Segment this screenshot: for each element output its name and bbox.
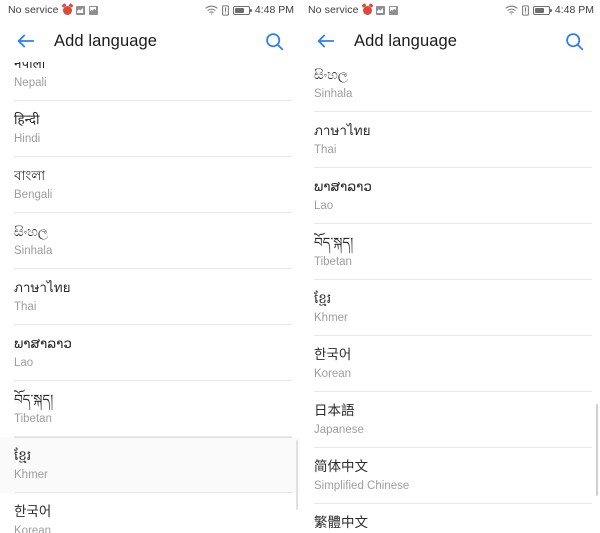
sim-icon	[521, 4, 529, 16]
alarm-icon	[362, 5, 372, 15]
toolbar-left: Add language	[0, 20, 300, 62]
language-english-name: Sinhala	[314, 87, 353, 100]
battery-icon	[532, 5, 552, 15]
language-native-name: 日本語	[314, 403, 355, 420]
language-english-name: Korean	[14, 524, 52, 533]
language-native-name: ภาษาไทย	[14, 280, 71, 297]
search-icon	[565, 32, 583, 50]
language-english-name: Tibetan	[14, 412, 52, 425]
search-button[interactable]	[562, 29, 586, 53]
status-bar-left: No service 4:48 PM	[0, 0, 300, 20]
language-list-item-simplified-chinese[interactable]: 简体中文 Simplified Chinese	[300, 448, 600, 504]
language-native-name: བོད་སྐད།	[314, 235, 354, 252]
phone-screen-right: No service 4:48 PM Add language සිංහල Si…	[300, 0, 600, 533]
language-native-name: 한국어	[14, 504, 52, 521]
page-title: Add language	[54, 31, 158, 50]
carrier-label: No service	[8, 4, 59, 16]
language-english-name: Lao	[14, 356, 34, 369]
clock-label: 4:48 PM	[254, 4, 294, 16]
language-native-name: ພາສາລາວ	[314, 179, 372, 196]
language-list-item-hindi[interactable]: हिन्दी Hindi	[0, 101, 300, 157]
language-list-left: नेपाली Nepali हिन्दी Hindi বাংলা Bengali සිංහල…	[0, 62, 300, 533]
language-english-name: Bengali	[14, 188, 53, 201]
language-english-name: Nepali	[14, 76, 47, 89]
language-english-name: Khmer	[14, 468, 48, 481]
wifi-icon	[505, 5, 518, 15]
language-list-item-korean[interactable]: 한국어 Korean	[0, 493, 300, 533]
language-native-name: ພາສາລາວ	[14, 336, 72, 353]
language-native-name: བོད་སྐད།	[14, 392, 54, 409]
status-bar-right-group: 4:48 PM	[205, 4, 294, 16]
language-list-item-nepali[interactable]: नेपाली Nepali	[0, 62, 300, 101]
language-list-right: සිංහල Sinhala ภาษาไทย Thai ພາສາລາວ Lao བོད་སྐད…	[300, 62, 600, 533]
language-list-item-lao[interactable]: ພາສາລາວ Lao	[0, 325, 300, 381]
status-bar-left-group-2: No service	[308, 4, 398, 16]
language-list-item-korean[interactable]: 한국어 Korean	[300, 336, 600, 392]
carrier-label: No service	[308, 4, 359, 16]
language-list-item-tibetan[interactable]: བོད་སྐད། Tibetan	[300, 224, 600, 280]
language-english-name: Hindi	[14, 132, 41, 145]
scrollbar-left[interactable]	[295, 440, 298, 510]
language-list-item-lao[interactable]: ພາສາລາວ Lao	[300, 168, 600, 224]
back-arrow-icon	[17, 34, 35, 48]
language-list-item-tibetan[interactable]: བོད་སྐད། Tibetan	[0, 381, 300, 437]
language-list-item-traditional-chinese[interactable]: 繁體中文Traditional Chinese	[300, 504, 600, 533]
language-list-container-right[interactable]: සිංහල Sinhala ภาษาไทย Thai ພາສາລາວ Lao བོད་སྐད…	[300, 62, 600, 533]
language-list-item-sinhala[interactable]: සිංහල Sinhala	[0, 213, 300, 269]
toolbar-right: Add language	[300, 20, 600, 62]
language-english-name: Simplified Chinese	[314, 479, 410, 492]
language-list-item-thai[interactable]: ภาษาไทย Thai	[0, 269, 300, 325]
language-list-item-khmer[interactable]: ខ្មែរ Khmer	[0, 437, 300, 493]
notification-image-icon	[375, 5, 385, 15]
language-english-name: Thai	[314, 143, 337, 156]
language-native-name: ខ្មែរ	[314, 291, 332, 308]
language-english-name: Lao	[314, 199, 334, 212]
search-icon	[265, 32, 283, 50]
language-list-container-left[interactable]: नेपाली Nepali हिन्दी Hindi বাংলা Bengali සිංහල…	[0, 62, 300, 533]
language-native-name: 繁體中文	[314, 515, 368, 532]
language-list-item-khmer[interactable]: ខ្មែរ Khmer	[300, 280, 600, 336]
language-native-name: বাংলা	[14, 168, 46, 185]
language-native-name: සිංහල	[14, 224, 49, 241]
scrollbar-right[interactable]	[595, 404, 598, 496]
wifi-icon	[205, 5, 218, 15]
language-list-item-japanese[interactable]: 日本語 Japanese	[300, 392, 600, 448]
status-bar-left-group: No service	[8, 4, 98, 16]
back-button[interactable]	[14, 29, 38, 53]
language-list-item-sinhala[interactable]: සිංහල Sinhala	[300, 62, 600, 112]
sim-icon	[221, 4, 229, 16]
language-english-name: Sinhala	[14, 244, 53, 257]
language-english-name: Khmer	[314, 311, 348, 324]
language-english-name: Japanese	[314, 423, 364, 436]
status-bar-right-group-2: 4:48 PM	[505, 4, 594, 16]
notification-image-icon-2	[388, 5, 398, 15]
language-native-name: नेपाली	[14, 62, 46, 73]
search-button[interactable]	[262, 29, 286, 53]
notification-image-icon	[75, 5, 85, 15]
notification-image-icon-2	[88, 5, 98, 15]
language-english-name: Thai	[14, 300, 37, 313]
back-button[interactable]	[314, 29, 338, 53]
language-list-item-thai[interactable]: ภาษาไทย Thai	[300, 112, 600, 168]
clock-label: 4:48 PM	[554, 4, 594, 16]
alarm-icon	[62, 5, 72, 15]
battery-icon	[232, 5, 252, 15]
language-english-name: Korean	[314, 367, 352, 380]
language-english-name: Tibetan	[314, 255, 352, 268]
language-list-item-bengali[interactable]: বাংলা Bengali	[0, 157, 300, 213]
language-native-name: हिन्दी	[14, 112, 40, 129]
language-native-name: 한국어	[314, 347, 352, 364]
language-native-name: සිංහල	[314, 67, 349, 84]
status-bar-right: No service 4:48 PM	[300, 0, 600, 20]
back-arrow-icon	[317, 34, 335, 48]
phone-screen-left: No service 4:48 PM Add language नेपाली N…	[0, 0, 300, 533]
dual-screenshot-container: No service 4:48 PM Add language नेपाली N…	[0, 0, 600, 533]
language-native-name: 简体中文	[314, 459, 368, 476]
language-native-name: ខ្មែរ	[14, 448, 32, 465]
page-title: Add language	[354, 31, 458, 50]
language-native-name: ภาษาไทย	[314, 123, 371, 140]
